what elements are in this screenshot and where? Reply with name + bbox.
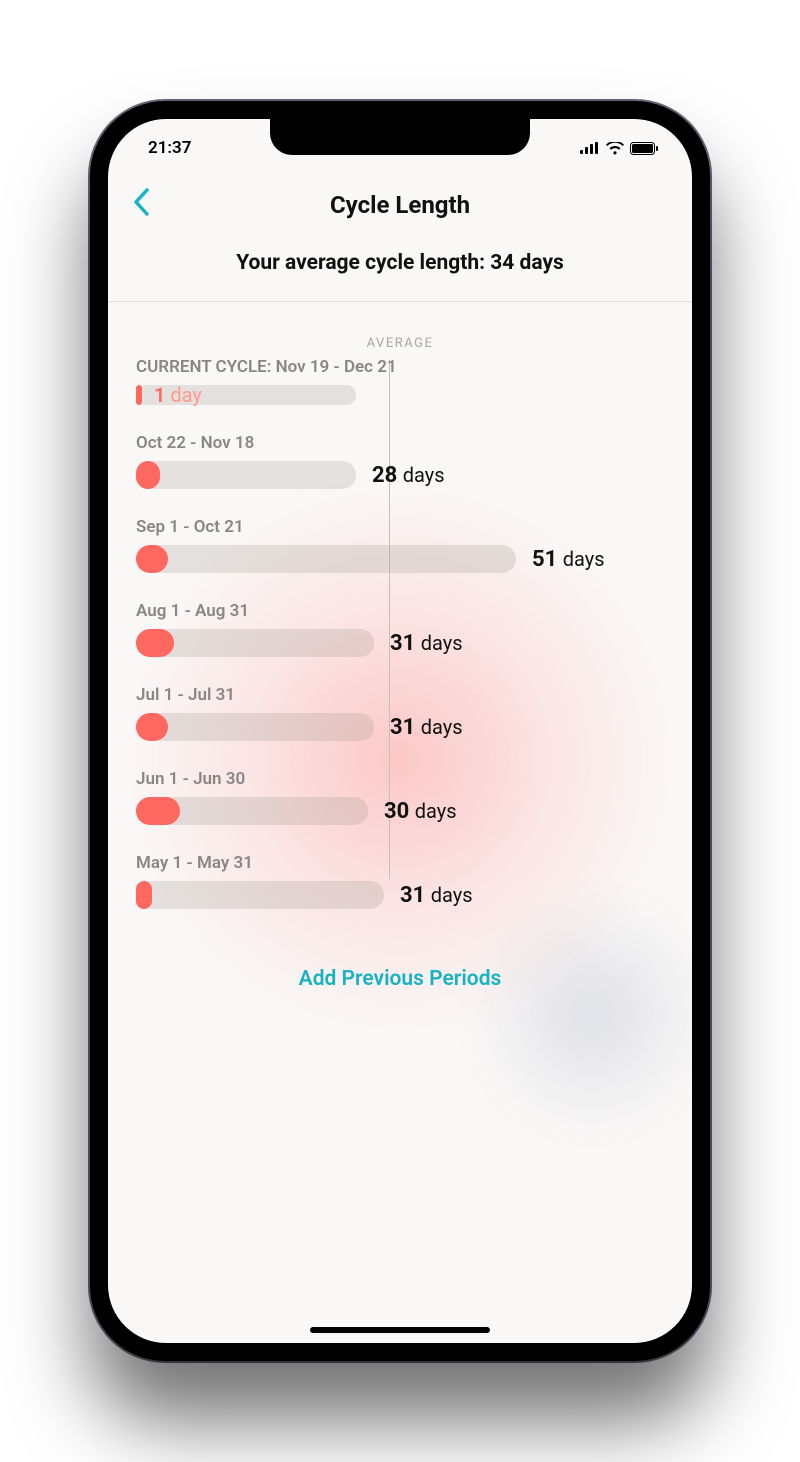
average-summary: Your average cycle length: 34 days <box>108 233 692 302</box>
cycle-value: 28 days <box>372 463 445 488</box>
cycle-bar-fill <box>136 629 174 657</box>
cycle-date-range: Sep 1 - Oct 21 <box>136 517 664 537</box>
cycle-row[interactable]: May 1 - May 31 31 days <box>136 853 664 909</box>
cycle-bar-track <box>136 881 384 909</box>
cycle-row[interactable]: Sep 1 - Oct 21 51 days <box>136 517 664 573</box>
average-label: AVERAGE <box>136 336 664 351</box>
add-previous-periods-button[interactable]: Add Previous Periods <box>108 937 692 1011</box>
cycle-value: 51 days <box>532 547 605 572</box>
notch <box>270 119 530 155</box>
cycle-date-range: CURRENT CYCLE: Nov 19 - Dec 21 <box>136 357 664 377</box>
cycle-date-range: Jun 1 - Jun 30 <box>136 769 664 789</box>
cycle-list: AVERAGE CURRENT CYCLE: Nov 19 - Dec 21 1… <box>108 302 692 909</box>
cycle-value: 30 days <box>384 799 457 824</box>
cycle-bar-fill <box>136 385 142 405</box>
cycle-value: 1 day <box>154 383 202 407</box>
cycle-date-range: Aug 1 - Aug 31 <box>136 601 664 621</box>
chevron-left-icon <box>132 187 150 217</box>
page-title: Cycle Length <box>330 191 470 219</box>
cycle-row[interactable]: Jul 1 - Jul 31 31 days <box>136 685 664 741</box>
cycle-row[interactable]: Aug 1 - Aug 31 31 days <box>136 601 664 657</box>
cycle-bar-fill <box>136 881 152 909</box>
cycle-bar-track <box>136 797 368 825</box>
cycle-bar-track <box>136 545 516 573</box>
cycle-bar-fill <box>136 545 168 573</box>
home-indicator[interactable] <box>310 1327 490 1333</box>
status-time: 21:37 <box>148 138 191 158</box>
cycle-date-range: May 1 - May 31 <box>136 853 664 873</box>
cycle-bar-track <box>136 461 356 489</box>
cycle-value: 31 days <box>390 715 463 740</box>
cellular-icon <box>580 142 600 154</box>
status-icons <box>580 142 658 155</box>
cycle-date-range: Jul 1 - Jul 31 <box>136 685 664 705</box>
back-button[interactable] <box>132 187 150 223</box>
nav-bar: Cycle Length <box>108 177 692 233</box>
cycle-row[interactable]: Oct 22 - Nov 18 28 days <box>136 433 664 489</box>
cycle-date-range: Oct 22 - Nov 18 <box>136 433 664 453</box>
cycle-bar-track <box>136 713 374 741</box>
cycle-bar-fill <box>136 713 168 741</box>
cycle-bar-fill <box>136 797 180 825</box>
background-glow-2 <box>462 883 692 1143</box>
phone-screen: 21:37 Cycle Length Your average cycle le… <box>108 119 692 1343</box>
cycle-bar-track <box>136 629 374 657</box>
cycle-row[interactable]: Jun 1 - Jun 30 30 days <box>136 769 664 825</box>
cycle-bar-fill <box>136 461 160 489</box>
phone-frame: 21:37 Cycle Length Your average cycle le… <box>90 101 710 1361</box>
cycle-value: 31 days <box>390 631 463 656</box>
wifi-icon <box>606 142 624 155</box>
current-cycle-row[interactable]: CURRENT CYCLE: Nov 19 - Dec 21 1 day <box>136 357 664 405</box>
battery-icon <box>630 142 658 155</box>
cycle-value: 31 days <box>400 883 473 908</box>
